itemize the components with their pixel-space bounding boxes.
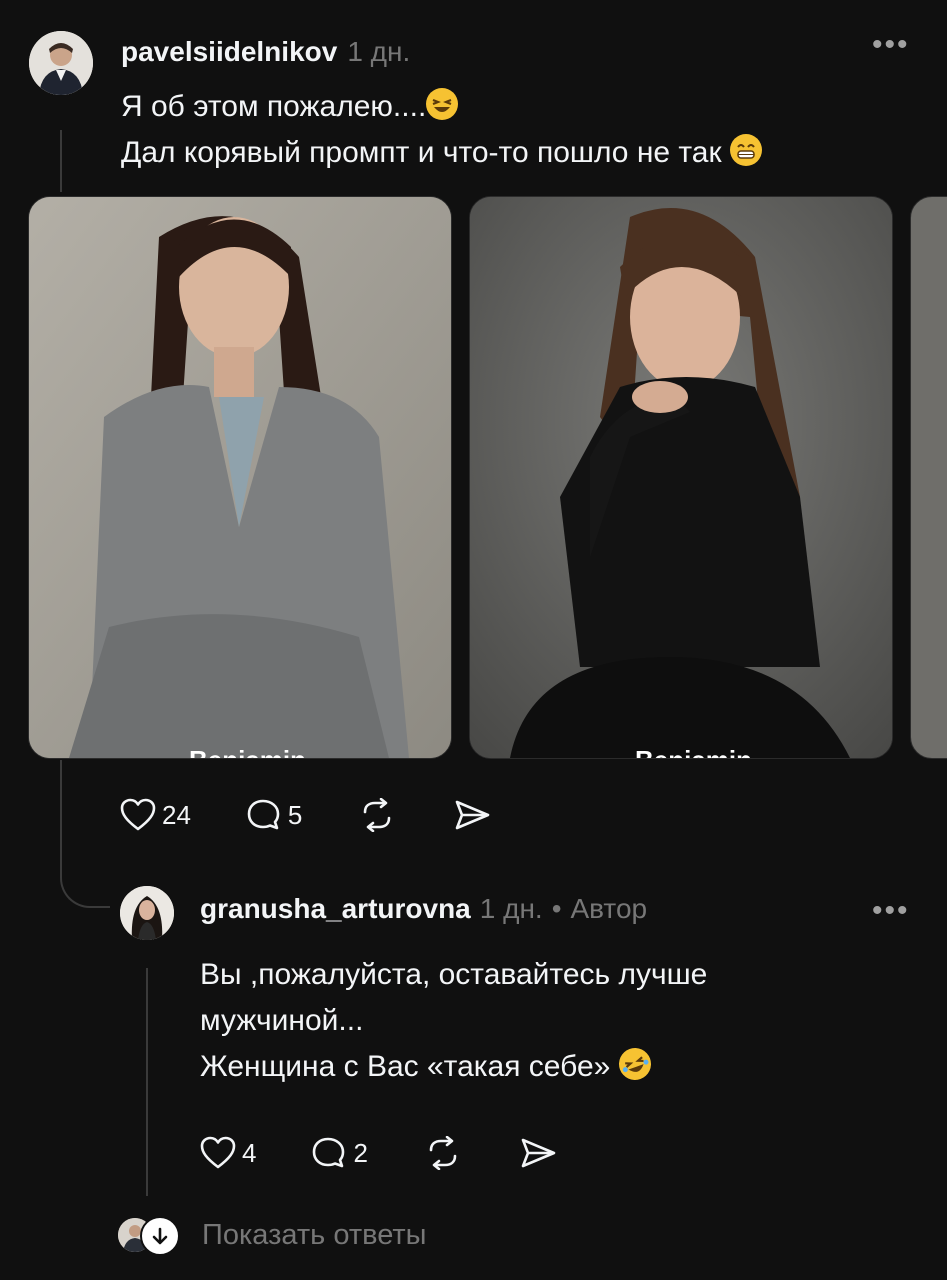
reply-share-button[interactable]: [518, 1136, 558, 1170]
laughing-squint-emoji-icon: [426, 88, 459, 120]
post-more-icon[interactable]: •••: [872, 28, 910, 62]
thread-line-lower: [60, 760, 62, 860]
reply-thread-line: [146, 968, 148, 1196]
share-button[interactable]: [452, 798, 492, 832]
reply-line-3: Женщина с Вас «такая себе»: [200, 1043, 900, 1090]
rofl-emoji-icon: [614, 1043, 656, 1085]
replies-avatar-stack: [118, 1216, 180, 1256]
reply-text: Вы ,пожалуйста, оставайтесь лучше мужчин…: [200, 952, 900, 1090]
repost-button[interactable]: [357, 798, 397, 832]
post-username[interactable]: pavelsiidelnikov: [121, 36, 337, 68]
thread-line: [60, 130, 62, 192]
comment-icon: [247, 799, 280, 830]
share-icon: [521, 1138, 556, 1168]
portrait-woman-image: [29, 197, 451, 758]
reply-more-icon[interactable]: •••: [872, 894, 910, 928]
grinning-emoji-icon: [729, 134, 762, 166]
post-line-2: Дал корявый промпт и что-то пошло не так: [121, 130, 901, 176]
post-text: Я об этом пожалею.... Дал корявый промпт…: [121, 84, 901, 176]
repost-icon: [429, 1136, 457, 1170]
like-count: 24: [162, 799, 191, 830]
reply-reply-button[interactable]: 2: [311, 1136, 368, 1170]
heart-icon: [120, 798, 156, 831]
post-image-1[interactable]: Benjamin: [28, 196, 452, 759]
arrow-down-icon: [140, 1216, 180, 1256]
repost-icon: [364, 798, 391, 832]
person-silhouette-icon: [29, 31, 93, 95]
show-replies-label[interactable]: Показать ответы: [202, 1219, 426, 1252]
reply-reply-count: 2: [353, 1137, 368, 1168]
thread-line-curve: [60, 850, 110, 908]
post-line-1: Я об этом пожалею....: [121, 84, 901, 130]
post-image-2-caption: Benjamin: [635, 745, 752, 758]
share-icon: [456, 800, 490, 830]
heart-icon: [200, 1136, 236, 1169]
post-image-1-caption: Benjamin: [189, 745, 306, 758]
reply-like-count: 4: [242, 1137, 257, 1168]
post-timestamp: 1 дн.: [347, 36, 411, 67]
reply-separator: •: [551, 893, 562, 924]
post-image-2[interactable]: Benjamin: [469, 196, 893, 759]
reply-like-button[interactable]: 4: [200, 1136, 256, 1170]
reply-repost-button[interactable]: [423, 1136, 463, 1170]
reply-line-2: мужчиной...: [200, 1004, 364, 1037]
reply-button[interactable]: 5: [246, 798, 302, 832]
like-button[interactable]: 24: [120, 798, 191, 832]
comment-icon: [313, 1137, 345, 1168]
reply-username[interactable]: granusha_arturovna: [200, 893, 471, 925]
person-silhouette-icon: [120, 886, 174, 940]
portrait-man-image: [470, 197, 892, 758]
post-avatar[interactable]: [29, 31, 93, 95]
reply-avatar[interactable]: [120, 886, 174, 940]
post-image-3-peek[interactable]: [910, 196, 947, 759]
reply-line-1: Вы ,пожалуйста, оставайтесь лучше: [200, 958, 708, 991]
reply-count: 5: [287, 799, 303, 830]
author-badge: Автор: [570, 893, 648, 924]
reply-timestamp: 1 дн.: [479, 893, 543, 924]
show-replies-row[interactable]: Показать ответы: [118, 1216, 426, 1256]
